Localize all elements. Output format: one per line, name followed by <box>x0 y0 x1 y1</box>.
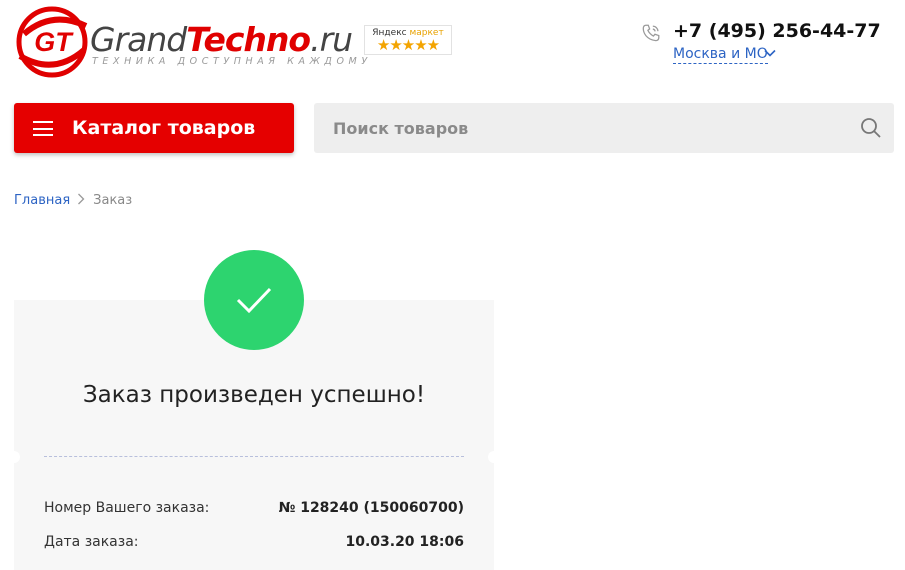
order-success-title: Заказ произведен успешно! <box>82 382 426 408</box>
card-notch-left <box>8 451 20 463</box>
logo-brand-ru: .ru <box>310 20 353 59</box>
logo-mark-text: GT <box>34 27 74 57</box>
logo-tagline: ТЕХНИКА ДОСТУПНАЯ КАЖДОМУ <box>92 56 372 67</box>
phone-number[interactable]: +7 (495) 256-44-77 <box>673 20 881 42</box>
order-number-row: Номер Вашего заказа: № 128240 (150060700… <box>44 500 464 520</box>
catalog-button[interactable]: Каталог товаров <box>14 103 294 153</box>
catalog-button-label: Каталог товаров <box>72 117 256 139</box>
phone-icon <box>642 24 660 42</box>
site-logo[interactable]: GT GrandTechno.ru ТЕХНИКА ДОСТУПНАЯ КАЖД… <box>14 4 367 80</box>
order-date-value: 10.03.20 18:06 <box>345 534 464 550</box>
logo-wordmark: GrandTechno.ru <box>90 20 353 60</box>
rating-stars-icon: ★★★★★ <box>376 36 440 54</box>
breadcrumb-home-link[interactable]: Главная <box>14 193 70 208</box>
card-divider <box>44 456 464 457</box>
search-icon[interactable] <box>860 117 882 139</box>
menu-icon <box>33 121 53 136</box>
city-selector[interactable]: Москва и МО <box>673 46 768 64</box>
order-date-row: Дата заказа: 10.03.20 18:06 <box>44 534 464 554</box>
logo-brand-grand: Grand <box>90 20 187 59</box>
yandex-market-badge[interactable]: Яндекс маркет ★★★★★ <box>364 25 452 55</box>
order-number-value: № 128240 (150060700) <box>278 500 464 516</box>
chevron-right-icon <box>78 193 85 205</box>
order-number-label: Номер Вашего заказа: <box>44 500 210 516</box>
chevron-down-icon[interactable] <box>763 46 777 60</box>
breadcrumb-current: Заказ <box>93 193 133 208</box>
order-date-label: Дата заказа: <box>44 534 139 550</box>
logo-brand-techno: Techno <box>186 20 311 59</box>
breadcrumb: Главная Заказ <box>14 193 132 208</box>
success-check-badge <box>204 250 304 350</box>
search-bar <box>314 103 894 153</box>
search-input[interactable] <box>314 103 844 153</box>
card-notch-right <box>488 451 500 463</box>
logo-mark-icon: GT <box>16 6 88 78</box>
checkmark-icon <box>236 287 272 314</box>
